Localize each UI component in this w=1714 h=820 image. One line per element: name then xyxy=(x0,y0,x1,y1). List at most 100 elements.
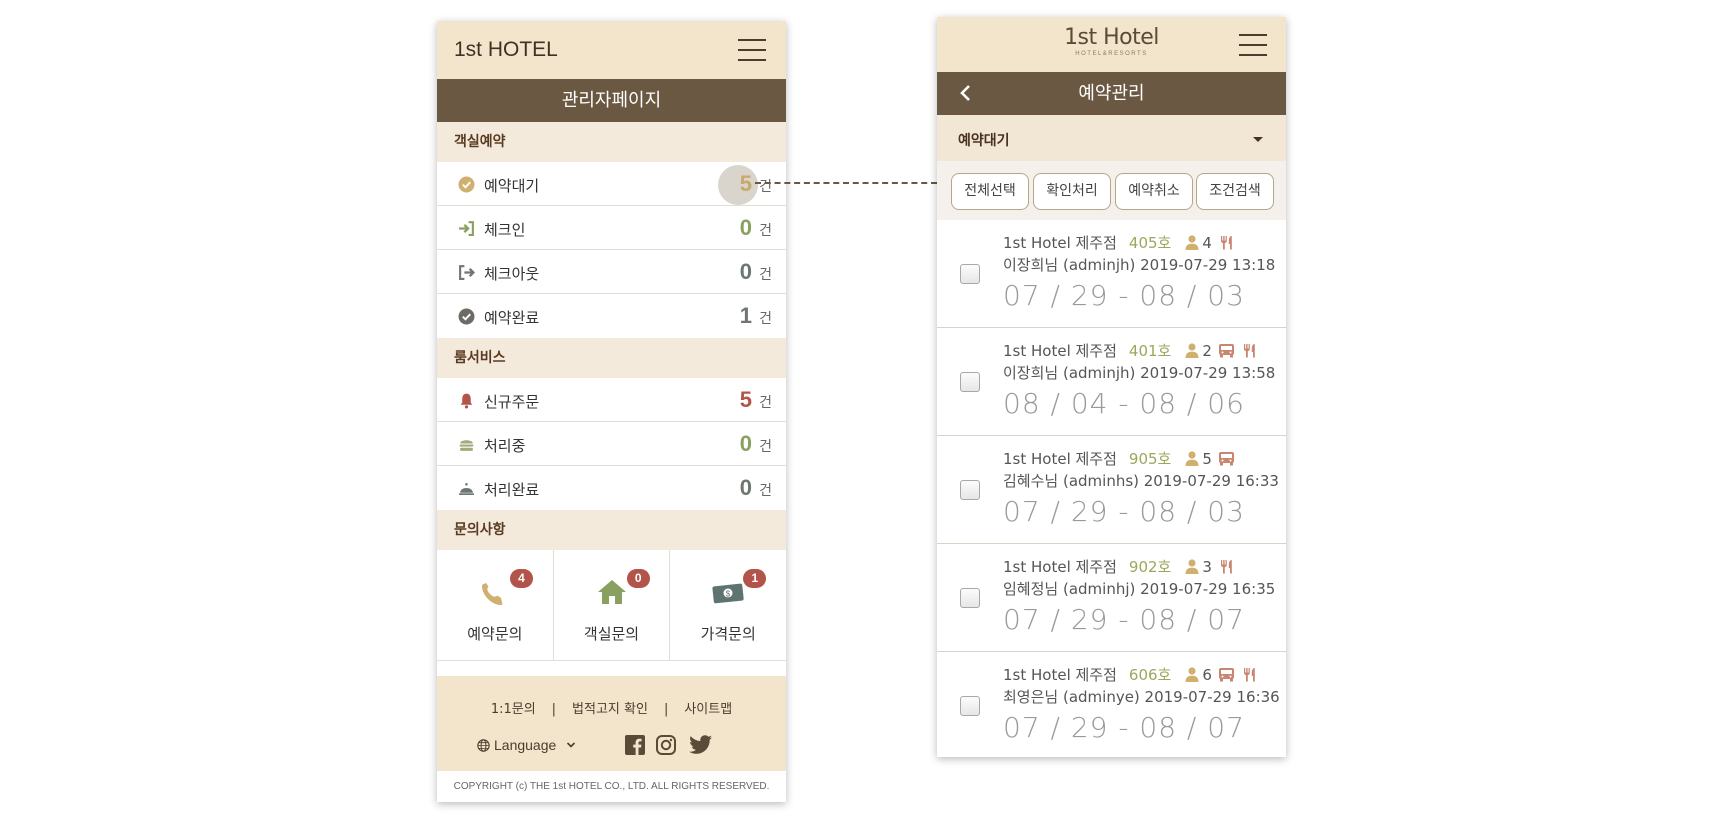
sign-in-icon xyxy=(459,221,474,236)
stat-unit: 건 xyxy=(759,223,772,239)
confirm-button[interactable]: 확인처리 xyxy=(1033,173,1111,210)
guest-count: 5 xyxy=(1202,449,1212,468)
search-button[interactable]: 조건검색 xyxy=(1196,173,1274,210)
stat-unit: 건 xyxy=(759,395,772,411)
bus-icon xyxy=(1218,344,1234,358)
utensils-icon xyxy=(1220,236,1232,250)
reservation-checkbox[interactable] xyxy=(960,480,980,500)
hotel-logo[interactable]: 1st Hotel HOTEL&RESORTS xyxy=(937,26,1286,58)
stat-count: 5 xyxy=(739,171,752,196)
reservation-header: 1st Hotel HOTEL&RESORTS xyxy=(937,17,1286,72)
inquiry-badge: 0 xyxy=(626,569,650,588)
room-number: 606호 xyxy=(1128,666,1172,684)
stay-dates: 07 / 29 - 08 / 03 xyxy=(1003,495,1245,528)
room-reservation-list: 예약대기 5 건 체크인 0 건 체크아웃 0 건 예약완료 1 건 xyxy=(437,162,786,338)
filter-value: 예약대기 xyxy=(958,133,1010,149)
user-icon xyxy=(1185,451,1199,466)
hotel-name: 1st Hotel 제주점 xyxy=(1003,342,1117,360)
reservation-checkbox[interactable] xyxy=(960,696,980,716)
reservation-summary: 1st Hotel 제주점 902호 3 xyxy=(1003,556,1235,577)
stat-row-processed[interactable]: 처리완료 0 건 xyxy=(437,466,786,510)
twitter-icon[interactable] xyxy=(689,734,713,756)
stat-label: 신규주문 xyxy=(484,393,540,411)
hotel-name: 1st Hotel 제주점 xyxy=(1003,558,1117,576)
connector-line xyxy=(755,182,937,184)
footer-link-sitemap[interactable]: 사이트맵 xyxy=(684,702,732,717)
reservation-item[interactable]: 1st Hotel 제주점 905호 5 김혜수님 (adminhs) 2019… xyxy=(937,436,1286,544)
stat-row-processing[interactable]: 처리중 0 건 xyxy=(437,422,786,466)
inquiry-price[interactable]: $ 1 가격문의 xyxy=(670,550,786,660)
facebook-icon[interactable] xyxy=(624,734,646,756)
bell-icon xyxy=(460,393,473,409)
brand-logo[interactable]: 1st HOTEL xyxy=(454,38,558,62)
user-icon xyxy=(1185,559,1199,574)
status-filter-dropdown[interactable]: 예약대기 xyxy=(937,115,1286,161)
stat-count: 0 xyxy=(739,215,752,240)
stat-row-pending[interactable]: 예약대기 5 건 xyxy=(437,162,786,206)
home-icon xyxy=(597,580,626,604)
inquiry-reservation[interactable]: 4 예약문의 xyxy=(437,550,554,660)
stat-label: 예약대기 xyxy=(484,177,540,195)
reservation-summary: 1st Hotel 제주점 606호 6 xyxy=(1003,664,1258,685)
divider: | xyxy=(663,702,669,717)
reservation-summary: 1st Hotel 제주점 405호 4 xyxy=(1003,232,1235,253)
user-icon xyxy=(1185,343,1199,358)
guest-info: 이장희님 (adminjh) 2019-07-29 13:18 xyxy=(1003,256,1276,274)
back-icon[interactable] xyxy=(959,84,973,102)
guest-count: 2 xyxy=(1202,341,1212,360)
logo-sub: HOTEL&RESORTS xyxy=(1075,51,1148,57)
stay-dates: 07 / 29 - 08 / 07 xyxy=(1003,711,1245,744)
cancel-reservation-button[interactable]: 예약취소 xyxy=(1115,173,1193,210)
reservation-summary: 1st Hotel 제주점 905호 5 xyxy=(1003,448,1235,469)
instagram-icon[interactable] xyxy=(655,734,677,756)
reservation-item[interactable]: 1st Hotel 제주점 902호 3 임혜정님 (adminhj) 2019… xyxy=(937,544,1286,652)
stat-label: 처리완료 xyxy=(484,481,540,499)
reservation-checkbox[interactable] xyxy=(960,588,980,608)
reservation-item[interactable]: 1st Hotel 제주점 606호 6 최영은님 (adminye) 2019… xyxy=(937,652,1286,757)
phone-icon xyxy=(481,583,503,605)
inquiry-badge: 4 xyxy=(510,569,533,588)
stat-row-completed[interactable]: 예약완료 1 건 xyxy=(437,294,786,338)
stat-row-checkout[interactable]: 체크아웃 0 건 xyxy=(437,250,786,294)
page-title: 예약관리 xyxy=(1078,83,1145,104)
chevron-down-icon xyxy=(567,742,576,748)
menu-icon[interactable] xyxy=(738,39,766,61)
guest-count: 6 xyxy=(1202,665,1212,684)
check-circle-icon xyxy=(458,176,475,193)
user-icon xyxy=(1185,667,1199,682)
stat-row-checkin[interactable]: 체크인 0 건 xyxy=(437,206,786,250)
reservation-checkbox[interactable] xyxy=(960,372,980,392)
copyright: COPYRIGHT (c) THE 1st HOTEL CO., LTD. AL… xyxy=(437,771,786,802)
inquiry-badge: 1 xyxy=(743,569,767,588)
caret-down-icon xyxy=(1253,137,1263,142)
stat-row-new-order[interactable]: 신규주문 5 건 xyxy=(437,378,786,422)
footer-link-legal[interactable]: 법적고지 확인 xyxy=(572,702,648,717)
menu-icon[interactable] xyxy=(1239,34,1267,56)
inquiry-room[interactable]: 0 객실문의 xyxy=(554,550,671,660)
page-title: 관리자페이지 xyxy=(437,79,786,122)
hotel-name: 1st Hotel 제주점 xyxy=(1003,666,1117,684)
footer-links: 1:1문의 | 법적고지 확인 | 사이트맵 xyxy=(437,698,786,717)
stay-dates: 07 / 29 - 08 / 07 xyxy=(1003,603,1245,636)
inquiry-label: 가격문의 xyxy=(700,625,756,643)
admin-header: 1st HOTEL xyxy=(437,21,786,79)
select-all-button[interactable]: 전체선택 xyxy=(951,173,1029,210)
reservation-phone: 1st Hotel HOTEL&RESORTS 예약관리 예약대기 전체선택 확… xyxy=(937,17,1286,757)
guest-info: 임혜정님 (adminhj) 2019-07-29 16:35 xyxy=(1003,580,1276,598)
reservation-item[interactable]: 1st Hotel 제주점 401호 2 이장희님 (adminjh) 2019… xyxy=(937,328,1286,436)
room-number: 902호 xyxy=(1128,558,1172,576)
footer-link-inquiry[interactable]: 1:1문의 xyxy=(491,702,536,717)
inquiry-label: 객실문의 xyxy=(583,625,640,643)
language-label: Language xyxy=(494,737,557,753)
stat-count: 0 xyxy=(739,431,752,456)
inquiry-label: 예약문의 xyxy=(467,625,523,643)
reservation-item[interactable]: 1st Hotel 제주점 405호 4 이장희님 (adminjh) 2019… xyxy=(937,220,1286,328)
stat-label: 체크아웃 xyxy=(484,265,540,283)
language-selector[interactable]: Language xyxy=(477,737,576,753)
stat-count: 5 xyxy=(739,387,752,412)
reservation-checkbox[interactable] xyxy=(960,264,980,284)
check-circle-icon xyxy=(458,308,475,325)
sign-out-icon xyxy=(459,265,475,280)
bus-icon xyxy=(1218,668,1234,682)
stat-unit: 건 xyxy=(759,179,772,195)
